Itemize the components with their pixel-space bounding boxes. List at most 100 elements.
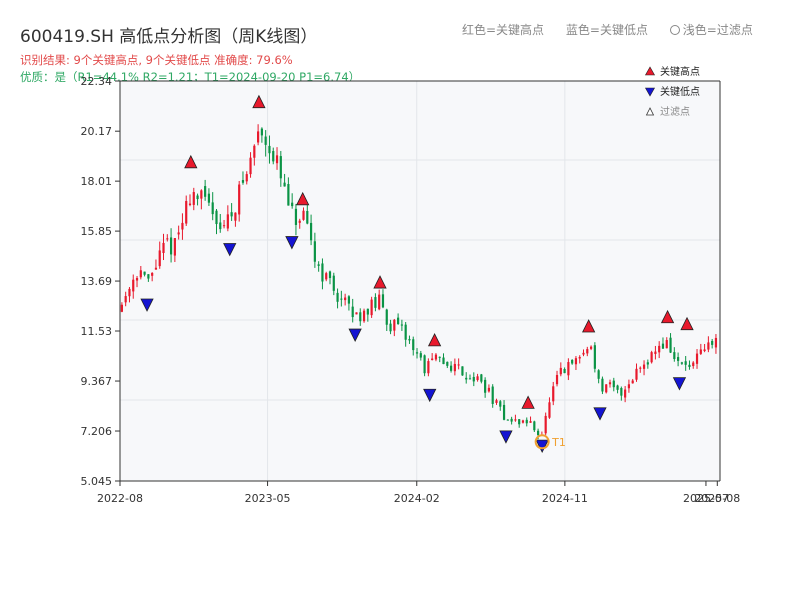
candle-body [268, 145, 271, 154]
y-tick-label: 9.367 [81, 375, 113, 388]
candle-body [128, 288, 131, 297]
candle-body [642, 364, 646, 369]
candle-body [389, 323, 392, 332]
candle-body [434, 354, 438, 360]
candle-body [366, 308, 369, 315]
candle-body [654, 351, 657, 355]
y-tick-label: 11.53 [81, 325, 113, 338]
y-tick-label: 18.01 [81, 175, 113, 188]
candle-body [298, 220, 301, 223]
candle-body [529, 421, 532, 423]
candle-body [559, 367, 562, 375]
candle-body [166, 238, 169, 240]
candle-body [124, 296, 127, 303]
candle-body [313, 241, 316, 262]
candle-body [234, 212, 237, 221]
candle-body [241, 180, 245, 183]
candle-body [344, 297, 347, 301]
candle-body [321, 263, 324, 282]
candle-body [415, 352, 419, 354]
candle-body [219, 222, 222, 230]
candle-body [143, 271, 146, 275]
candle-body [608, 382, 612, 385]
candle-body [196, 195, 199, 200]
candle-body [400, 324, 403, 326]
legend-high-icon [644, 66, 656, 76]
candle-body [332, 275, 335, 291]
candle-body [132, 279, 135, 292]
candle-body [169, 237, 173, 255]
candle-body [135, 277, 139, 281]
candle-body [502, 404, 506, 420]
x-tick-label: 2025-08 [694, 492, 740, 505]
candle-body [147, 274, 150, 279]
x-tick-label: 2022-08 [97, 492, 143, 505]
candlestick-chart: 2022-08 2023-05 2024-02 2024-11 2025-072025-… [81, 65, 741, 505]
candle-body [620, 387, 623, 396]
candle-body [192, 192, 195, 205]
y-tick-label: 22.34 [81, 75, 113, 88]
candle-body [427, 361, 430, 374]
candle-body [578, 357, 581, 359]
candle-body [347, 296, 351, 304]
candle-body [355, 312, 358, 315]
candle-body [317, 264, 320, 266]
candle-body [499, 401, 502, 407]
candle-body [593, 345, 596, 369]
legend-label: 关键高点 [660, 65, 700, 78]
candle-body [351, 306, 354, 318]
candle-body [215, 210, 218, 225]
candle-body [374, 297, 377, 308]
x-tick-label: 2024-02 [394, 492, 440, 505]
candle-body [200, 190, 203, 199]
candle-body [552, 386, 555, 402]
legend-label: 关键低点 [660, 85, 700, 98]
x-tick-label: 2023-05 [245, 492, 291, 505]
candle-body [438, 356, 441, 358]
candle-body [449, 365, 453, 371]
candle-body [381, 294, 385, 308]
candle-body [567, 362, 570, 376]
candle-body [336, 292, 339, 302]
candle-body [658, 345, 661, 353]
candle-body [264, 136, 267, 145]
candle-body [139, 270, 142, 278]
candle-body [446, 361, 449, 366]
t1-label: T1 [551, 436, 566, 449]
candle-body [260, 128, 263, 136]
candle-body [692, 362, 695, 367]
candle-body [472, 376, 475, 382]
candle-body [245, 174, 248, 182]
candle-body [404, 324, 407, 340]
candle-body [177, 232, 180, 235]
candle-body [612, 380, 615, 388]
legend-label: 过滤点 [660, 105, 690, 118]
candle-body [465, 377, 468, 380]
candle-body [506, 419, 509, 421]
candle-body [548, 402, 551, 418]
candle-body [204, 186, 207, 197]
candle-body [597, 370, 600, 379]
candle-body [359, 312, 362, 322]
candle-body [521, 420, 525, 423]
candle-body [661, 343, 665, 349]
candle-body [695, 353, 699, 364]
candle-body [253, 145, 256, 158]
candle-body [461, 366, 464, 376]
candle-body [283, 182, 286, 187]
candle-body [555, 374, 559, 385]
candle-body [257, 131, 260, 143]
candle-body [624, 389, 627, 398]
candle-body [287, 184, 290, 206]
candle-body [627, 384, 631, 389]
candle-body [423, 355, 426, 374]
candle-body [226, 214, 229, 229]
candle-body [249, 157, 252, 175]
candle-body [487, 387, 491, 392]
candle-body [635, 368, 638, 380]
candle-body [574, 358, 578, 365]
candle-body [582, 352, 585, 355]
candle-body [181, 222, 184, 230]
candle-body [291, 202, 294, 207]
candle-body [419, 353, 422, 358]
